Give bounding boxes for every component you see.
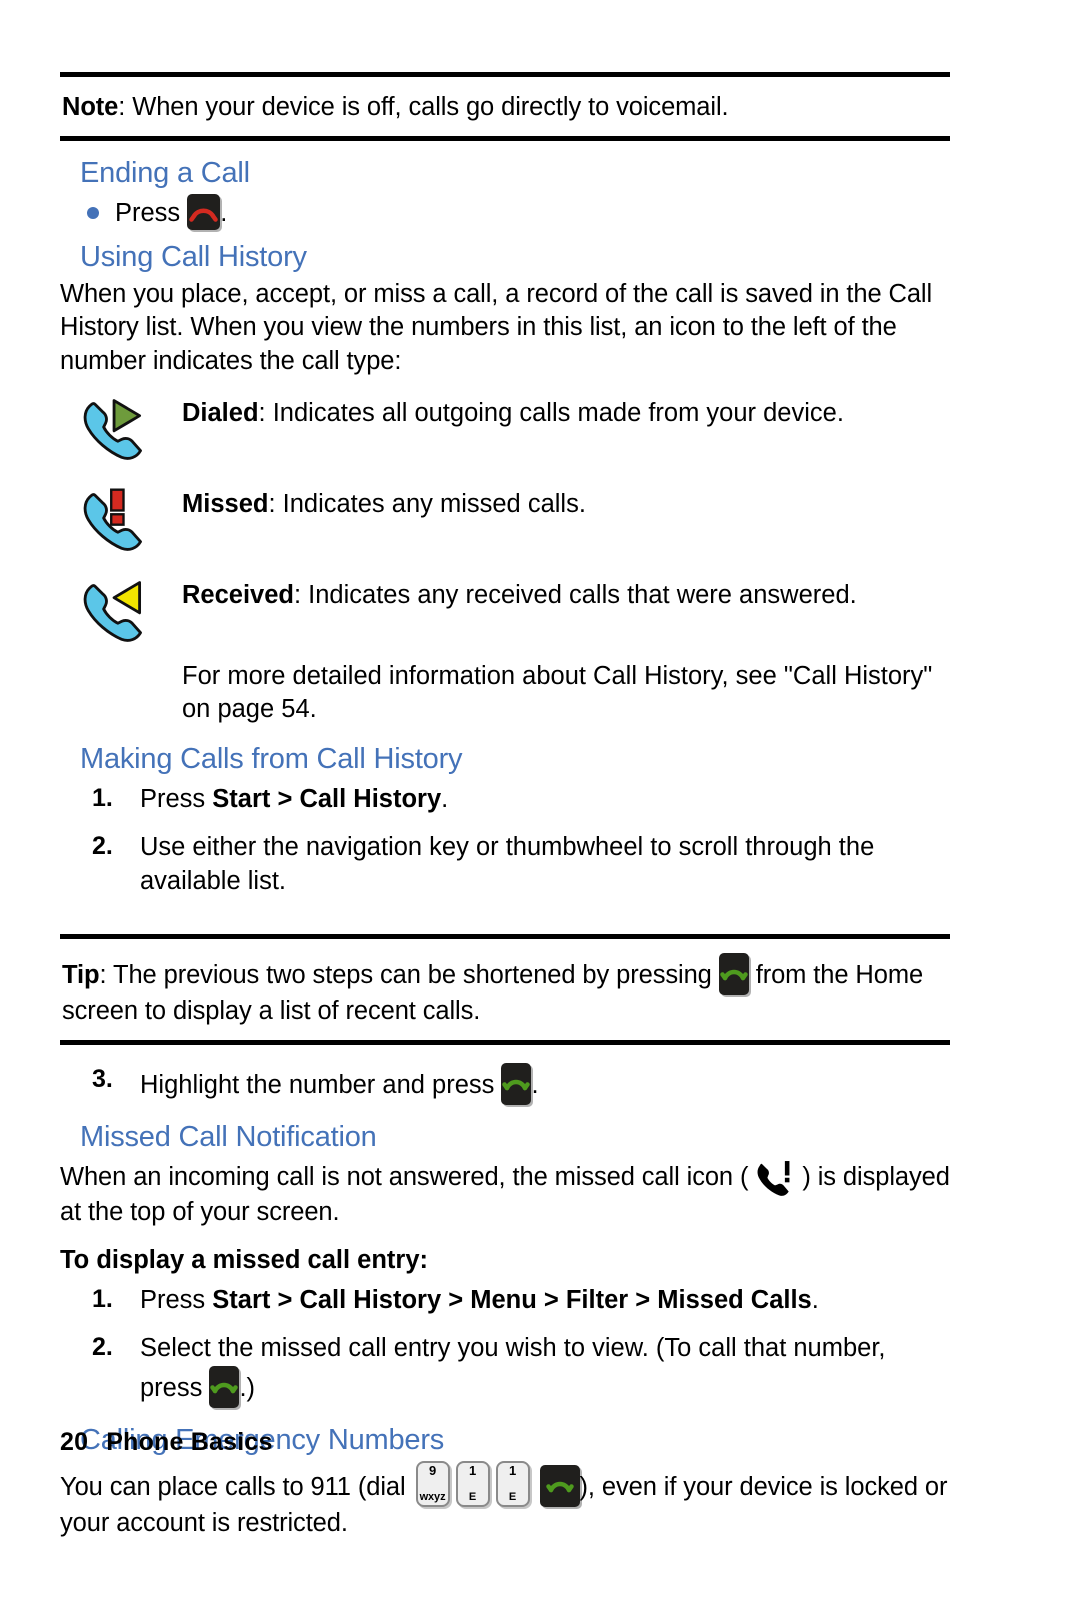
keypad-key-letters: E: [468, 1491, 477, 1504]
missed-term: Missed: [182, 489, 269, 518]
received-desc: : Indicates any received calls that were…: [294, 580, 857, 609]
list-item: Press .: [87, 194, 950, 231]
using-call-history-paragraph: When you place, accept, or miss a call, …: [60, 279, 933, 375]
missed-call-steps: 1. Press Start > Call History > Menu > Fi…: [60, 1283, 950, 1408]
manual-page: Note: When your device is off, calls go …: [0, 0, 1080, 1620]
keypad-key-letters: wxyz: [419, 1491, 446, 1504]
missed-call-subheading: To display a missed call entry:: [60, 1246, 428, 1275]
dialed-term: Dialed: [182, 398, 259, 427]
keypad-key-digit: 9: [428, 1462, 437, 1478]
send-call-key-icon: [539, 1464, 580, 1507]
received-call-icon: [80, 573, 150, 652]
press-suffix: .: [220, 199, 228, 228]
received-text: Received: Indicates any received calls t…: [182, 571, 950, 613]
note-text: Note: When your device is off, calls go …: [62, 91, 948, 124]
step-pre: Press: [140, 1286, 213, 1315]
press-label: Press: [115, 199, 181, 228]
send-call-key-icon: [209, 1365, 240, 1408]
dialed-call-icon: [80, 391, 150, 470]
keypad-key-1-icon: 1E: [495, 1460, 530, 1507]
footer-section-title: Phone Basics: [106, 1428, 273, 1456]
received-term: Received: [182, 580, 294, 609]
step-number: 1.: [92, 783, 113, 812]
list-item-step-1: 1. Press Start > Call History.: [92, 782, 950, 816]
bullet-dot-icon: [87, 207, 99, 220]
step-pre: Press: [140, 784, 213, 813]
note-body: : When your device is off, calls go dire…: [118, 93, 729, 121]
step-number: 2.: [92, 1333, 113, 1362]
tip-label: Tip: [62, 961, 100, 990]
making-calls-steps: 1. Press Start > Call History. 2. Use eith…: [60, 782, 950, 898]
list-item-step-3: 3. Highlight the number and press .: [92, 1063, 950, 1106]
keypad-key-9-icon: 9 wxyz: [415, 1460, 450, 1507]
ending-a-call-list: Press .: [60, 194, 950, 231]
call-history-followup: For more detailed information about Call…: [182, 661, 933, 724]
missed-call-icon: [80, 482, 150, 561]
send-call-key-icon: [718, 953, 749, 996]
tip-body-before: : The previous two steps can be shortene…: [99, 961, 719, 990]
heading-using-call-history: Using Call History: [80, 240, 307, 273]
keypad-key-digit: 1: [468, 1462, 477, 1478]
calling-emergency-paragraph: You can place calls to 911 (dial 9 wxyz 1 E…: [60, 1460, 950, 1541]
call-type-row-missed: Missed: Indicates any missed calls.: [60, 480, 950, 561]
step-bold: Start > Call History: [212, 784, 442, 813]
list-item-step-2: 2. Select the missed call entry you wish …: [92, 1331, 950, 1408]
tip-callout: Tip: The previous two steps can be short…: [60, 934, 950, 1046]
step-three-after: .: [531, 1071, 539, 1100]
emergency-text-before: You can place calls to 911 (dial: [60, 1472, 413, 1501]
step-three-before: Highlight the number and press: [140, 1071, 502, 1100]
keypad-key-1-icon: 1E: [455, 1460, 490, 1507]
tip-text: Tip: The previous two steps can be short…: [62, 953, 948, 1028]
list-item-step-2: 2. Use either the navigation key or thumb…: [92, 830, 950, 898]
dialed-desc: : Indicates all outgoing calls made from…: [258, 398, 844, 427]
footer-page-number: 20: [60, 1428, 89, 1456]
missed-text: Missed: Indicates any missed calls.: [182, 480, 950, 522]
keypad-key-letters: E: [508, 1491, 517, 1504]
page-footer: 20 Phone Basics: [60, 1428, 273, 1457]
send-call-key-icon: [501, 1063, 532, 1106]
step-pre: Use either the navigation key or thumbwh…: [140, 833, 875, 896]
end-call-key-icon: [187, 194, 221, 231]
missed-call-paragraph: When an incoming call is not answered, t…: [60, 1158, 950, 1230]
step-number: 2.: [92, 832, 113, 860]
step-post: .: [441, 784, 449, 813]
list-item-step-1: 1. Press Start > Call History > Menu > Fi…: [92, 1283, 950, 1317]
call-type-icon-rows: Dialed: Indicates all outgoing calls mad…: [60, 389, 950, 727]
missed-desc: : Indicates any missed calls.: [268, 489, 586, 518]
step-number: 1.: [92, 1285, 113, 1314]
heading-missed-call-notification: Missed Call Notification: [80, 1121, 377, 1154]
call-type-row-dialed: Dialed: Indicates all outgoing calls mad…: [60, 389, 950, 470]
note-label: Note: [62, 93, 119, 121]
dialed-text: Dialed: Indicates all outgoing calls mad…: [182, 389, 950, 431]
step-number: 3.: [92, 1065, 113, 1094]
step-post: .: [811, 1286, 819, 1315]
heading-ending-a-call: Ending a Call: [80, 157, 250, 190]
note-callout: Note: When your device is off, calls go …: [60, 72, 950, 142]
keypad-key-digit: 1: [508, 1462, 517, 1478]
callout-bottom-rule: [60, 136, 950, 142]
heading-making-calls: Making Calls from Call History: [80, 742, 463, 775]
step-post: .): [239, 1373, 256, 1402]
missed-para-before: When an incoming call is not answered, t…: [60, 1163, 756, 1192]
step-three-list: 3. Highlight the number and press .: [60, 1063, 950, 1106]
missed-call-inline-icon: [755, 1158, 795, 1197]
call-type-row-received: Received: Indicates any received calls t…: [60, 571, 950, 652]
step-bold: Start > Call History > Menu > Filter > M…: [212, 1286, 812, 1315]
page-content: Note: When your device is off, calls go …: [60, 72, 950, 1540]
